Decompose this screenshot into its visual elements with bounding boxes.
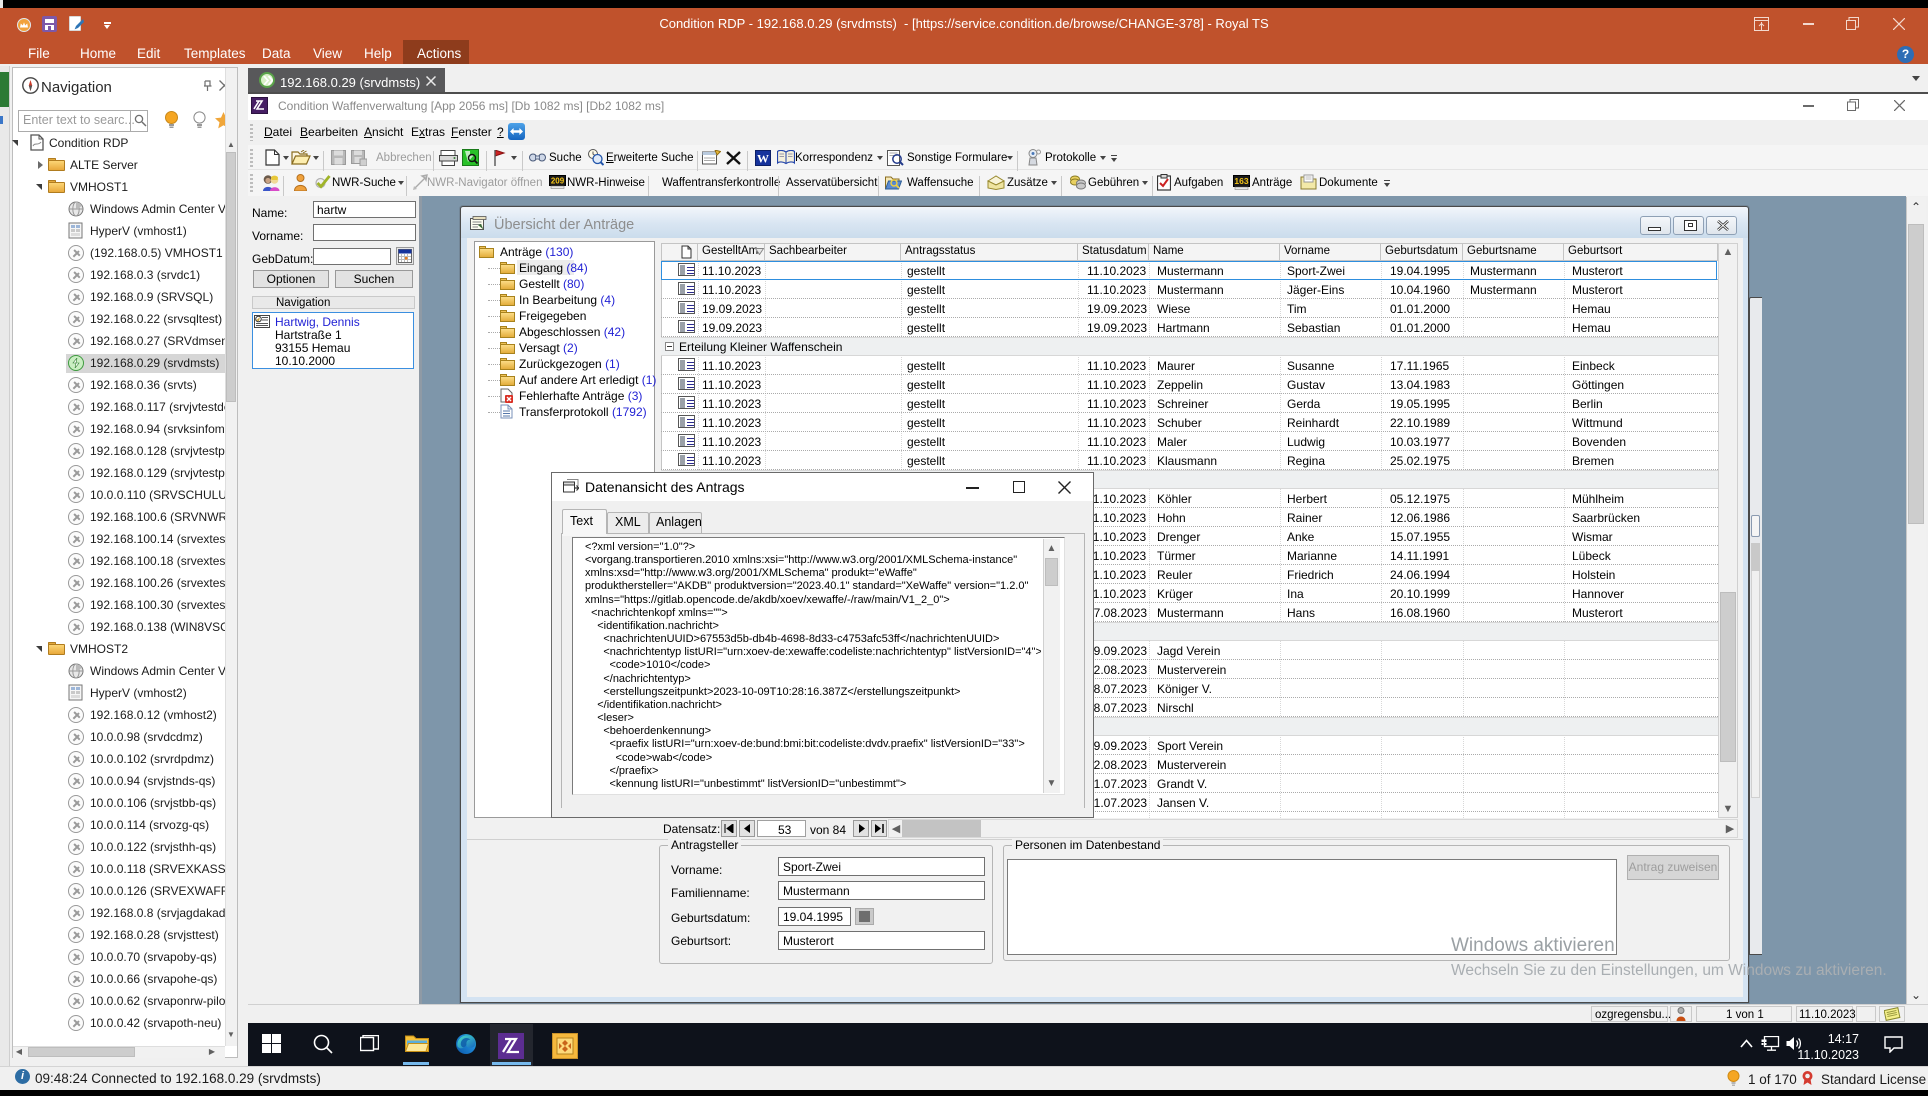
svg-text:209: 209: [551, 177, 565, 186]
svg-text:W: W: [757, 152, 769, 166]
svg-text:163: 163: [1234, 176, 1248, 186]
